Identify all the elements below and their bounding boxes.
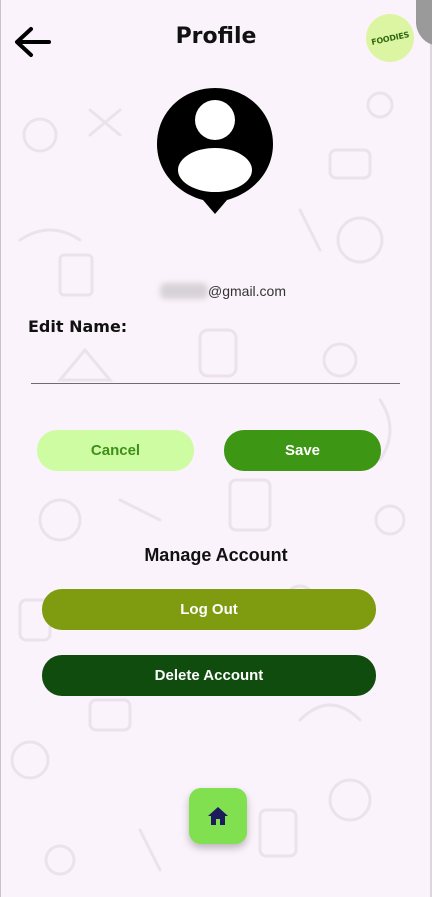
name-input[interactable] <box>31 340 400 384</box>
app-logo: FOODIES <box>366 14 414 62</box>
edit-name-label: Edit Name: <box>28 317 128 336</box>
email-username-blurred <box>160 283 208 299</box>
logo-text: FOODIES <box>370 29 410 47</box>
logout-button[interactable]: Log Out <box>42 589 376 630</box>
home-button[interactable] <box>189 788 247 844</box>
user-email: @gmail.com <box>208 283 287 299</box>
delete-account-button[interactable]: Delete Account <box>42 655 376 696</box>
cancel-button[interactable]: Cancel <box>37 430 194 471</box>
manage-account-heading: Manage Account <box>144 545 288 565</box>
user-location-pin-icon <box>157 88 273 214</box>
frame-left-edge <box>0 0 1 897</box>
save-button[interactable]: Save <box>224 430 381 471</box>
home-icon <box>208 807 228 825</box>
